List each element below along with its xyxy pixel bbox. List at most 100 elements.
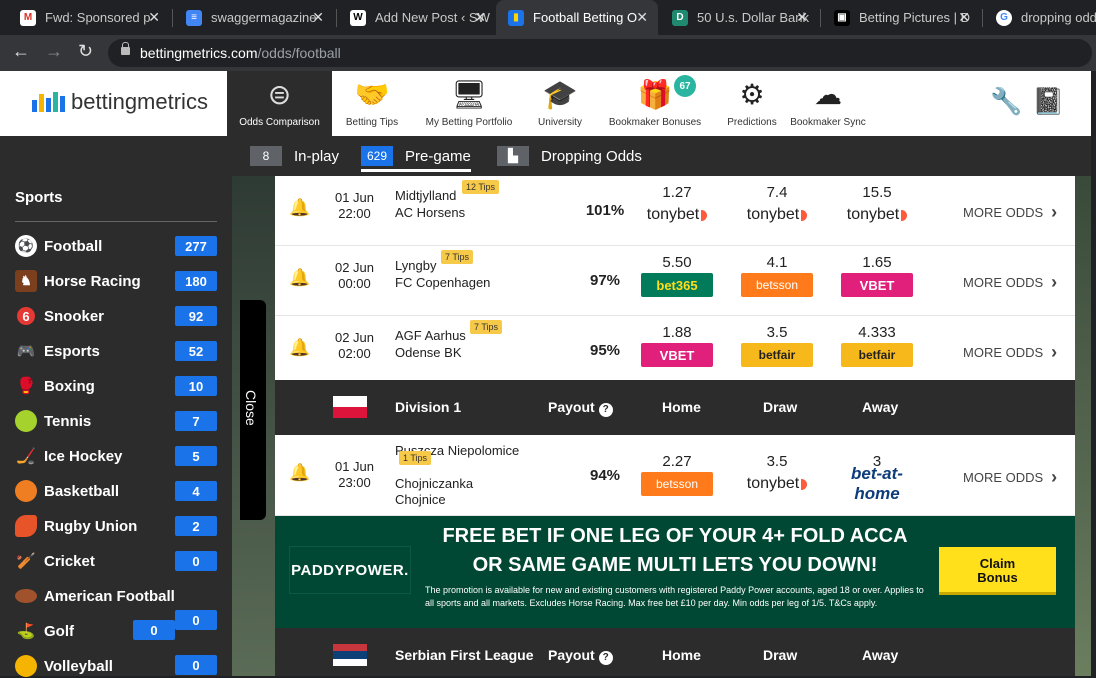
browser-tab-active[interactable]: ▮ Football Betting O ✕ xyxy=(496,0,658,35)
odds-away[interactable]: 3 bet-at-home xyxy=(841,453,913,503)
boxing-glove-icon: 🥊 xyxy=(16,378,36,395)
more-odds-link[interactable]: MORE ODDS › xyxy=(963,202,1057,223)
close-tab-icon[interactable]: ✕ xyxy=(796,9,808,26)
more-odds-link[interactable]: MORE ODDS › xyxy=(963,272,1057,293)
odds-away[interactable]: 4.333 betfair xyxy=(841,324,913,367)
menu-my-betting-portfolio[interactable]: 🖥 My Betting Portfolio xyxy=(422,71,516,136)
league-name[interactable]: Serbian First League xyxy=(395,647,533,663)
menu-odds-comparison[interactable]: ⊜ Odds Comparison xyxy=(227,71,332,136)
home-team[interactable]: Midtjylland xyxy=(395,188,456,203)
odds-draw[interactable]: 7.4 tonybet xyxy=(741,184,813,227)
browser-tab[interactable]: M Fwd: Sponsored p ✕ xyxy=(8,0,170,35)
odds-home[interactable]: 1.88 VBET xyxy=(641,324,713,367)
tips-badge[interactable]: 7 Tips xyxy=(470,320,503,334)
tab-label: Dropping Odds xyxy=(541,147,642,165)
menu-betting-tips[interactable]: 🤝 Betting Tips xyxy=(340,71,404,136)
tips-badge[interactable]: 1 Tips xyxy=(399,451,432,465)
reload-icon[interactable]: ↻ xyxy=(78,41,93,62)
tips-badge[interactable]: 7 Tips xyxy=(441,250,474,264)
sport-count: 52 xyxy=(175,341,217,361)
site-logo[interactable]: bettingmetrics xyxy=(32,89,208,115)
tips-badge[interactable]: 12 Tips xyxy=(462,180,500,194)
url-field[interactable]: bettingmetrics.com/odds/football xyxy=(108,39,1092,67)
close-tab-icon[interactable]: ✕ xyxy=(636,9,648,26)
tab-pre-game[interactable]: 629 Pre-game xyxy=(361,136,471,176)
menu-predictions[interactable]: ⚙ Predictions xyxy=(722,71,782,136)
sidebar-item-rugby-union[interactable]: Rugby Union 2 xyxy=(15,514,217,538)
promo-headline: FREE BET IF ONE LEG OF YOUR 4+ FOLD ACCA… xyxy=(442,525,908,576)
tab-divider xyxy=(172,9,173,27)
payout-header: Payout? xyxy=(548,399,613,417)
odds-home[interactable]: 1.27 tonybet xyxy=(641,184,713,227)
league-header-division-1: Division 1 Payout? Home Draw Away xyxy=(275,380,1075,435)
bell-icon[interactable]: 🔔 xyxy=(289,268,310,288)
close-tab-icon[interactable]: ✕ xyxy=(148,9,160,26)
rugby-ball-icon xyxy=(15,515,37,537)
browser-tab[interactable]: D 50 U.s. Dollar Bank ✕ xyxy=(660,0,818,35)
cricket-icon: 🏏 xyxy=(16,553,36,570)
away-team[interactable]: Chojniczanka Chojnice xyxy=(395,476,485,508)
away-team[interactable]: AC Horsens xyxy=(395,205,465,220)
notes-icon[interactable]: 📓 xyxy=(1032,86,1064,117)
sidebar-item-football[interactable]: ⚽ Football 277 xyxy=(15,234,217,258)
tab-dropping-odds[interactable]: ▙ Dropping Odds xyxy=(497,136,642,176)
sidebar-item-cricket[interactable]: 🏏 Cricket 0 xyxy=(15,549,217,573)
sidebar-item-basketball[interactable]: Basketball 4 xyxy=(15,479,217,503)
browser-tab[interactable]: ≡ swaggermagazine ✕ xyxy=(174,0,334,35)
odds-draw[interactable]: 4.1 betsson xyxy=(741,254,813,297)
match-row[interactable]: 🔔 01 Jun 23:00 Puszcza Niepolomice 1 Tips… xyxy=(275,435,1075,516)
sidebar-item-american-football[interactable]: American Football xyxy=(15,584,217,608)
back-arrow-icon[interactable]: ← xyxy=(12,41,30,62)
sidebar-item-esports[interactable]: 🎮 Esports 52 xyxy=(15,339,217,363)
bonus-count-badge: 67 xyxy=(674,75,696,97)
sidebar-item-golf[interactable]: ⛳ Golf xyxy=(15,619,217,643)
sport-count: 0 xyxy=(175,551,217,571)
bell-icon[interactable]: 🔔 xyxy=(289,463,310,483)
inplay-count: 8 xyxy=(250,146,282,166)
camera-icon: ▣ xyxy=(834,9,850,26)
claim-bonus-button[interactable]: Claim Bonus xyxy=(939,547,1056,595)
odds-draw[interactable]: 3.5 betfair xyxy=(741,324,813,367)
league-name[interactable]: Division 1 xyxy=(395,399,461,415)
bell-icon[interactable]: 🔔 xyxy=(289,198,310,218)
address-bar-row: ← → ↻ bettingmetrics.com/odds/football xyxy=(0,35,1096,71)
odds-home[interactable]: 2.27 betsson xyxy=(641,453,713,496)
sidebar-item-boxing[interactable]: 🥊 Boxing 10 xyxy=(15,374,217,398)
close-tab-icon[interactable]: ✕ xyxy=(474,9,486,26)
match-row[interactable]: 🔔 02 Jun 00:00 Lyngby 7 Tips FC Copenhage… xyxy=(275,246,1075,316)
odds-away[interactable]: 15.5 tonybet xyxy=(841,184,913,227)
away-header: Away xyxy=(862,647,899,663)
menu-bookmaker-sync[interactable]: ☁ Bookmaker Sync xyxy=(788,71,868,136)
more-odds-link[interactable]: MORE ODDS › xyxy=(963,342,1057,363)
close-tab-icon[interactable]: ✕ xyxy=(312,9,324,26)
sidebar-item-horse-racing[interactable]: ♞ Horse Racing 180 xyxy=(15,269,217,293)
sidebar-close-toggle[interactable]: Close xyxy=(240,300,266,520)
browser-tab[interactable]: W Add New Post ‹ SW ✕ xyxy=(338,0,496,35)
bell-icon[interactable]: 🔔 xyxy=(289,338,310,358)
sidebar-item-ice-hockey[interactable]: 🏒 Ice Hockey 5 xyxy=(15,444,217,468)
home-team[interactable]: Lyngby xyxy=(395,258,436,273)
away-team[interactable]: FC Copenhagen xyxy=(395,275,490,290)
home-team[interactable]: AGF Aarhus xyxy=(395,328,466,343)
wrench-icon[interactable]: 🔧 xyxy=(990,86,1022,117)
sport-count: 180 xyxy=(175,271,217,291)
odds-home[interactable]: 5.50 bet365 xyxy=(641,254,713,297)
browser-tab[interactable]: G dropping odds xyxy=(984,0,1096,35)
close-tab-icon[interactable]: ✕ xyxy=(958,9,970,26)
away-team[interactable]: Odense BK xyxy=(395,345,462,360)
tab-in-play[interactable]: 8 In-play xyxy=(250,136,339,176)
match-row[interactable]: 🔔 01 Jun 22:00 Midtjylland 12 Tips AC Hor… xyxy=(275,176,1075,246)
tab-divider xyxy=(820,9,821,27)
more-odds-link[interactable]: MORE ODDS › xyxy=(963,467,1057,488)
pregame-count: 629 xyxy=(361,146,394,166)
odds-draw[interactable]: 3.5 tonybet xyxy=(741,453,813,496)
paddypower-promo-banner[interactable]: PADDYPOWER. FREE BET IF ONE LEG OF YOUR … xyxy=(275,516,1075,628)
sidebar-item-snooker[interactable]: 6 Snooker 92 xyxy=(15,304,217,328)
browser-tab[interactable]: ▣ Betting Pictures | D ✕ xyxy=(822,0,980,35)
menu-university[interactable]: 🎓 University xyxy=(532,71,588,136)
chevron-right-icon: › xyxy=(1051,272,1058,292)
odds-away[interactable]: 1.65 VBET xyxy=(841,254,913,297)
sidebar-item-tennis[interactable]: Tennis 7 xyxy=(15,409,217,433)
match-row[interactable]: 🔔 02 Jun 02:00 AGF Aarhus 7 Tips Odense B… xyxy=(275,316,1075,386)
forward-arrow-icon[interactable]: → xyxy=(45,41,63,62)
